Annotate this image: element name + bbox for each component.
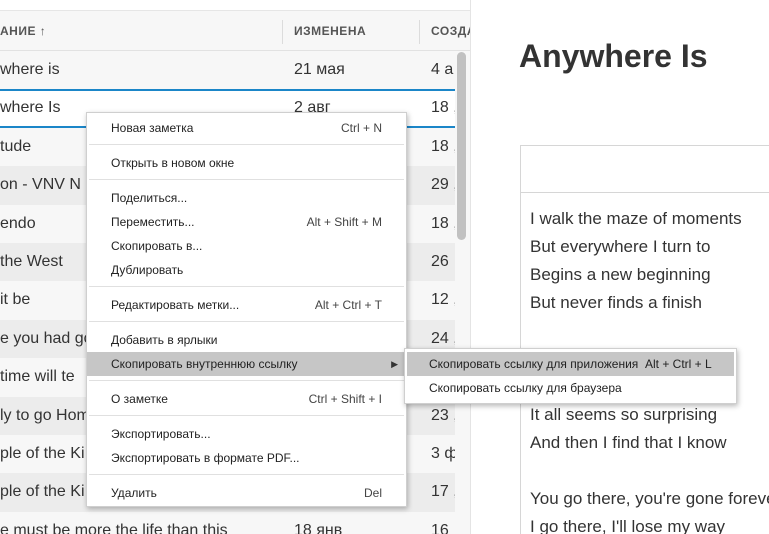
menu-item-export[interactable]: Экспортировать... xyxy=(87,422,406,446)
row-created: 4 а xyxy=(431,61,454,78)
menu-item-shortcut: Ctrl + N xyxy=(340,121,382,135)
menu-item-about-note[interactable]: О заметке Ctrl + Shift + I xyxy=(87,387,406,411)
menu-item-label: Редактировать метки... xyxy=(111,298,240,312)
menu-item-label: Добавить в ярлыки xyxy=(111,333,218,347)
column-header-title[interactable]: АНИЕ ↑ xyxy=(0,12,280,50)
menu-item-shortcut: Alt + Shift + M xyxy=(306,215,382,229)
scrollbar-thumb[interactable] xyxy=(457,52,466,240)
menu-item-label: Переместить... xyxy=(111,215,195,229)
menu-separator xyxy=(89,474,404,475)
menu-item-label: Открыть в новом окне xyxy=(111,156,235,170)
row-created: 12 , xyxy=(431,291,455,309)
column-separator[interactable] xyxy=(419,20,420,44)
menu-item-label: Дублировать xyxy=(111,263,184,277)
menu-separator xyxy=(89,286,404,287)
note-line xyxy=(530,457,769,485)
row-title: e must be more the life than this xyxy=(0,521,228,534)
menu-item-new-note[interactable]: Новая заметка Ctrl + N xyxy=(87,116,406,140)
menu-item-move[interactable]: Переместить... Alt + Shift + M xyxy=(87,210,406,234)
menu-item-export-pdf[interactable]: Экспортировать в формате PDF... xyxy=(87,446,406,470)
note-line: I walk the maze of moments xyxy=(530,209,742,228)
row-modified: 18 янв xyxy=(294,521,343,534)
menu-item-label: Скопировать внутреннюю ссылку xyxy=(111,357,298,371)
row-modified: 21 мая xyxy=(294,61,345,78)
column-separator[interactable] xyxy=(282,20,283,44)
note-line: But everywhere I turn to xyxy=(530,237,711,256)
row-created: 18 , xyxy=(431,137,455,155)
note-line xyxy=(530,317,769,345)
menu-item-share[interactable]: Поделиться... xyxy=(87,186,406,210)
note-line: You go there, you're gone forever xyxy=(530,489,769,508)
row-title: where is xyxy=(0,61,60,78)
submenu-item-copy-app-link[interactable]: Скопировать ссылку для приложения Alt + … xyxy=(407,352,734,376)
note-line: I go there, I'll lose my way xyxy=(530,517,726,534)
menu-item-delete[interactable]: Удалить Del xyxy=(87,481,406,505)
note-editor-pane: Anywhere Is I walk the maze of moments B… xyxy=(470,0,769,534)
note-box-divider xyxy=(521,192,769,193)
menu-item-copy-internal-link[interactable]: Скопировать внутреннюю ссылку ▶ xyxy=(87,352,406,376)
note-line: It all seems so surprising xyxy=(530,405,718,424)
row-created: 18 , xyxy=(431,214,455,232)
table-row[interactable]: where is 21 мая 4 а xyxy=(0,51,455,89)
menu-item-label: Скопировать ссылку для приложения xyxy=(429,357,639,371)
menu-item-shortcut: Ctrl + Shift + I xyxy=(308,392,382,406)
menu-separator xyxy=(89,415,404,416)
context-menu: Новая заметка Ctrl + N Открыть в новом о… xyxy=(86,112,407,507)
note-line: But never finds a finish xyxy=(530,293,702,312)
table-row[interactable]: e must be more the life than this 18 янв… xyxy=(0,512,455,534)
list-scrollbar[interactable] xyxy=(456,52,467,532)
menu-item-shortcut: Alt + Ctrl + T xyxy=(314,298,382,312)
note-line: And then I find that I know xyxy=(530,433,727,452)
row-created: 3 ф xyxy=(431,444,455,462)
row-created: 18 , xyxy=(431,99,455,117)
menu-item-label: Экспортировать в формате PDF... xyxy=(111,451,300,465)
note-line: Begins a new beginning xyxy=(530,265,711,284)
row-created: 29 , xyxy=(431,176,455,194)
row-created: 17 , xyxy=(431,483,455,501)
menu-separator xyxy=(89,179,404,180)
menu-item-label: Экспортировать... xyxy=(111,427,211,441)
menu-item-add-shortcut[interactable]: Добавить в ярлыки xyxy=(87,328,406,352)
list-top-strip xyxy=(0,0,470,11)
menu-item-edit-tags[interactable]: Редактировать метки... Alt + Ctrl + T xyxy=(87,293,406,317)
menu-item-label: Поделиться... xyxy=(111,191,188,205)
menu-item-duplicate[interactable]: Дублировать xyxy=(87,258,406,282)
menu-item-open-new-window[interactable]: Открыть в новом окне xyxy=(87,151,406,175)
menu-item-label: Удалить xyxy=(111,486,157,500)
menu-item-shortcut: Alt + Ctrl + L xyxy=(645,357,712,371)
column-header-modified[interactable]: ИЗМЕНЕНА xyxy=(294,12,418,50)
submenu-item-copy-browser-link[interactable]: Скопировать ссылку для браузера xyxy=(407,376,734,400)
list-header: АНИЕ ↑ ИЗМЕНЕНА СОЗДА xyxy=(0,12,470,51)
menu-item-copy-to[interactable]: Скопировать в... xyxy=(87,234,406,258)
note-title[interactable]: Anywhere Is xyxy=(519,38,708,75)
row-created: 16 xyxy=(431,521,449,534)
menu-item-label: О заметке xyxy=(111,392,168,406)
row-created: 26 xyxy=(431,252,449,270)
menu-item-label: Новая заметка xyxy=(111,121,194,135)
menu-item-shortcut: Del xyxy=(363,486,382,500)
submenu-arrow-icon: ▶ xyxy=(391,359,398,369)
menu-item-label: Скопировать в... xyxy=(111,239,203,253)
menu-separator xyxy=(89,321,404,322)
menu-separator xyxy=(89,380,404,381)
copy-link-submenu: Скопировать ссылку для приложения Alt + … xyxy=(404,348,737,404)
menu-item-label: Скопировать ссылку для браузера xyxy=(429,381,622,395)
column-header-created[interactable]: СОЗДА xyxy=(431,12,470,50)
menu-separator xyxy=(89,144,404,145)
